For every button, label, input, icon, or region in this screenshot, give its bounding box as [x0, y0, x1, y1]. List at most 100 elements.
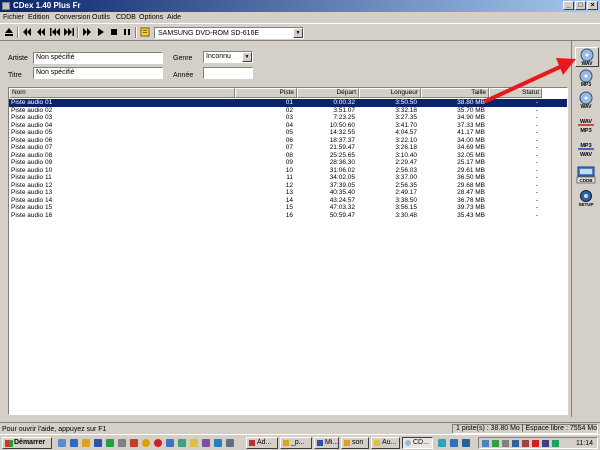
- column-piste[interactable]: Piste: [235, 88, 297, 98]
- task-button-4[interactable]: son: [341, 437, 369, 449]
- cd-info-icon[interactable]: [140, 27, 150, 37]
- network-icon[interactable]: [482, 440, 489, 447]
- rewind-icon[interactable]: [36, 27, 46, 37]
- stop-icon[interactable]: [109, 27, 119, 37]
- table-row[interactable]: Piste audio 05 05 14:32.55 4:04.57 41.17 MB -: [9, 129, 567, 137]
- table-row[interactable]: Piste audio 16 16 50:59.47 3:30.48 35.43 MB -: [9, 212, 567, 220]
- table-row[interactable]: Piste audio 02 02 3:51.07 3:32.18 35.70 MB -: [9, 107, 567, 115]
- column-longueur[interactable]: Longueur: [359, 88, 421, 98]
- menu-fichier[interactable]: Fichier: [3, 13, 24, 22]
- table-row[interactable]: Piste audio 12 12 37:39.05 2:56.35 29.68 MB -: [9, 182, 567, 190]
- table-row[interactable]: Piste audio 04 04 10:50.60 3:41.70 37.33 MB -: [9, 122, 567, 130]
- tray-icon[interactable]: [542, 440, 549, 447]
- table-row[interactable]: Piste audio 10 10 31:06.02 2:56.03 29.61 MB -: [9, 167, 567, 175]
- table-row[interactable]: Piste audio 03 03 7:23.25 3:27.35 34.90 MB -: [9, 114, 567, 122]
- table-row[interactable]: Piste audio 13 13 40:35.40 2:49.17 28.47 MB -: [9, 189, 567, 197]
- notepad-icon[interactable]: [190, 439, 198, 447]
- menu-options[interactable]: Options: [139, 13, 163, 22]
- next-track-icon[interactable]: [64, 27, 74, 37]
- settings-icon[interactable]: [166, 439, 174, 447]
- player-icon[interactable]: [154, 439, 162, 447]
- menu-edition[interactable]: Edition: [28, 13, 49, 22]
- genre-select[interactable]: Inconnu ▼: [203, 51, 253, 63]
- cell-start: 34:02.05: [329, 174, 355, 181]
- previous-track-icon[interactable]: [22, 27, 32, 37]
- app-icon[interactable]: [118, 439, 126, 447]
- task-button-5[interactable]: Au...: [371, 437, 400, 449]
- network-icon[interactable]: [214, 439, 222, 447]
- table-row[interactable]: Piste audio 07 07 21:59.47 3:26.18 34.69 MB -: [9, 144, 567, 152]
- task-label: _p...: [291, 439, 305, 446]
- pause-icon[interactable]: [122, 27, 132, 37]
- tool-icon[interactable]: [202, 439, 210, 447]
- cd-to-mp3-button[interactable]: MP3: [575, 69, 599, 89]
- table-row[interactable]: Piste audio 08 08 25:25.65 3:10.40 32.05 MB -: [9, 152, 567, 160]
- cell-status: -: [535, 151, 538, 159]
- artist-field[interactable]: Non spécifié: [33, 52, 163, 64]
- table-row[interactable]: Piste audio 09 09 28:36.30 2:29.47 25.17 MB -: [9, 159, 567, 167]
- table-row[interactable]: Piste audio 14 14 43:24.57 3:38.50 36.78 MB -: [9, 197, 567, 205]
- explorer-icon[interactable]: [226, 439, 234, 447]
- column-nom[interactable]: Nom: [9, 88, 235, 98]
- task-button-1[interactable]: Ad...: [246, 437, 278, 449]
- svg-text:SETUP: SETUP: [578, 202, 593, 207]
- calculator-icon[interactable]: [178, 439, 186, 447]
- menu-outils[interactable]: Outils: [92, 13, 110, 22]
- fast-forward-icon[interactable]: [50, 27, 60, 37]
- column-depart[interactable]: Départ: [297, 88, 359, 98]
- media-icon[interactable]: [130, 439, 138, 447]
- menu-conversion[interactable]: Conversion: [55, 13, 90, 22]
- cell-track: 03: [285, 114, 293, 121]
- eject-icon[interactable]: [4, 27, 14, 37]
- start-button[interactable]: Démarrer: [2, 437, 52, 449]
- play-icon[interactable]: [96, 27, 106, 37]
- task-button-cdex[interactable]: CD...: [402, 437, 433, 449]
- volume-icon[interactable]: [502, 440, 509, 447]
- tray-icon[interactable]: [512, 440, 519, 447]
- tray-icon[interactable]: [532, 440, 539, 447]
- table-row[interactable]: Piste audio 11 11 34:02.05 3:37.00 36.50 MB -: [9, 174, 567, 182]
- desktop-icon[interactable]: [58, 439, 66, 447]
- cell-name: Piste audio 02: [11, 106, 53, 114]
- table-row[interactable]: Piste audio 01 01 0:00.32 3:50.50 38.80 MB -: [9, 99, 567, 107]
- tray-icon[interactable]: [522, 440, 529, 447]
- column-taille[interactable]: Taille: [421, 88, 489, 98]
- maximize-button[interactable]: □: [575, 1, 586, 10]
- folder-icon[interactable]: [82, 439, 90, 447]
- task-button-3[interactable]: Mi...: [314, 437, 339, 449]
- svg-text:MP3: MP3: [580, 143, 591, 149]
- mp3-to-wav-button[interactable]: MP3 WAV: [575, 140, 599, 160]
- drive-select[interactable]: SAMSUNG DVD-ROM SD-616E ▼: [154, 27, 304, 39]
- tray-icon[interactable]: [438, 439, 446, 447]
- word-icon[interactable]: [94, 439, 102, 447]
- track-list-header: Nom Piste Départ Longueur Taille Statut: [9, 88, 567, 98]
- ie-icon[interactable]: [70, 439, 78, 447]
- skip-icon[interactable]: [82, 27, 92, 37]
- cd-to-wav-button[interactable]: WAV: [575, 47, 599, 67]
- wav-to-mp3-button[interactable]: WAV MP3: [575, 116, 599, 136]
- tray-icon[interactable]: [552, 440, 559, 447]
- column-statut[interactable]: Statut: [489, 88, 542, 98]
- messenger-icon[interactable]: [142, 439, 150, 447]
- menu-aide[interactable]: Aide: [167, 13, 181, 22]
- antivirus-icon[interactable]: [492, 440, 499, 447]
- excel-icon[interactable]: [106, 439, 114, 447]
- cell-length: 3:30.48: [395, 211, 417, 219]
- cddb-button[interactable]: CDDB: [575, 166, 599, 186]
- year-field[interactable]: [203, 67, 253, 79]
- cell-status: -: [535, 129, 538, 136]
- minimize-button[interactable]: _: [563, 1, 574, 10]
- menu-cddb[interactable]: CDDB: [116, 13, 136, 22]
- table-row[interactable]: Piste audio 15 15 47:03.32 3:56.15 39.73 MB -: [9, 204, 567, 212]
- track-list[interactable]: Nom Piste Départ Longueur Taille Statut …: [8, 87, 568, 415]
- table-row[interactable]: Piste audio 06 06 18:37.37 3:22.10 34.00 MB -: [9, 137, 567, 145]
- task-button-2[interactable]: _p...: [280, 437, 312, 449]
- chevron-down-icon[interactable]: ▼: [242, 52, 252, 62]
- tracks-to-wav-button[interactable]: WAV: [575, 91, 599, 111]
- setup-button[interactable]: SETUP: [575, 189, 599, 209]
- close-button[interactable]: ×: [587, 1, 598, 10]
- tray-icon[interactable]: [462, 439, 470, 447]
- chevron-down-icon[interactable]: ▼: [293, 28, 303, 38]
- tray-icon[interactable]: [450, 439, 458, 447]
- title-field[interactable]: Non spécifié: [33, 67, 163, 79]
